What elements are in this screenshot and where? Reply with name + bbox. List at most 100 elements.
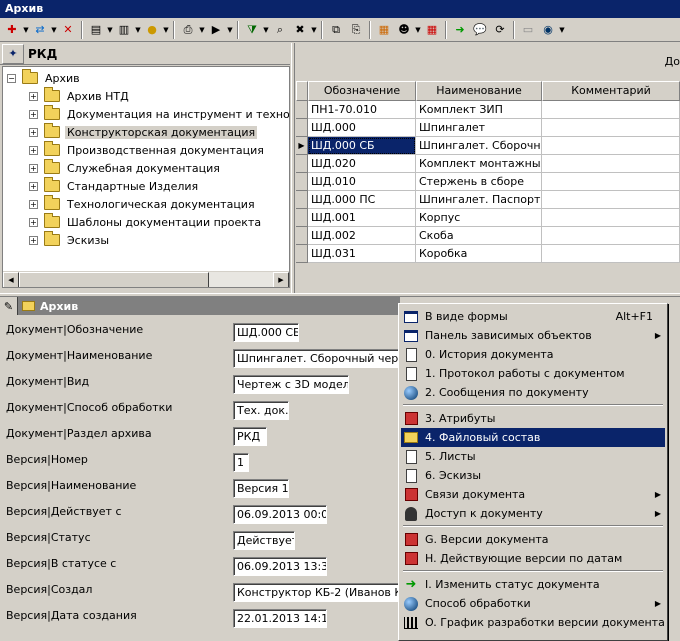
dropdown-arrow-icon[interactable]: ▼ [162, 20, 170, 40]
expand-icon[interactable]: + [29, 145, 38, 155]
arrow-right-icon[interactable]: ➜ [450, 20, 470, 40]
field-value[interactable]: ШД.000 СБ [233, 323, 299, 342]
attach-icon[interactable]: ⎘ [346, 20, 366, 40]
menu-item-messages[interactable]: 2. Сообщения по документу [401, 383, 665, 402]
expand-icon[interactable]: + [29, 217, 38, 227]
menu-item-active-versions[interactable]: H. Действующие версии по датам [401, 549, 665, 568]
menu-item-links[interactable]: Связи документа ▶ [401, 485, 665, 504]
table-cell[interactable] [542, 209, 680, 227]
field-value[interactable]: Шпингалет. Сборочный чертеж [233, 349, 399, 368]
dropdown-arrow-icon[interactable]: ▼ [22, 20, 30, 40]
table-row-selected[interactable]: ▶ШД.000 СБШпингалет. Сборочный ч [296, 137, 680, 155]
table-cell[interactable]: Шпингалет [416, 119, 542, 137]
table-cell[interactable] [542, 137, 680, 155]
user-icon[interactable]: ☻ [394, 20, 414, 40]
field-value[interactable]: 22.01.2013 14:18 [233, 609, 327, 628]
expand-icon[interactable]: + [29, 163, 38, 173]
menu-item-sketches[interactable]: 6. Эскизы [401, 466, 665, 485]
menu-item-attributes[interactable]: 3. Атрибуты [401, 409, 665, 428]
pin-icon[interactable]: ✎ [0, 297, 18, 315]
table-cell[interactable]: ШД.031 [308, 245, 416, 263]
scroll-left-icon[interactable]: ◀ [3, 272, 19, 287]
menu-item-versions[interactable]: G. Версии документа [401, 530, 665, 549]
tree-item-selected[interactable]: + Конструкторская документация [29, 123, 258, 141]
dropdown-arrow-icon[interactable]: ▼ [414, 20, 422, 40]
column-header-name[interactable]: Наименование [416, 81, 542, 101]
expand-icon[interactable]: + [29, 91, 38, 101]
collapse-icon[interactable]: − [7, 73, 16, 83]
binoculars-icon[interactable]: ⌕ [270, 20, 290, 40]
table-row[interactable]: ШД.001 Корпус [296, 209, 680, 227]
scroll-right-icon[interactable]: ▶ [273, 272, 289, 287]
table-cell[interactable]: Шпингалет. Сборочный ч [416, 137, 542, 155]
tools-icon[interactable]: ✖ [290, 20, 310, 40]
tree-item[interactable]: + Шаблоны документации проекта [29, 213, 263, 231]
field-value[interactable]: Версия 1 [233, 479, 289, 498]
table-cell[interactable] [542, 173, 680, 191]
tree-item[interactable]: + Архив НТД [29, 87, 131, 105]
move-icon[interactable]: ⇄ [30, 20, 50, 40]
table-cell[interactable] [542, 227, 680, 245]
table-row[interactable]: ПН1-70.010 Комплект ЗИП [296, 101, 680, 119]
tree-item[interactable]: + Технологическая документация [29, 195, 257, 213]
menu-item-access[interactable]: Доступ к документу ▶ [401, 504, 665, 523]
menu-item-change-status[interactable]: ➜ I. Изменить статус документа [401, 575, 665, 594]
delete-icon[interactable]: ✕ [58, 20, 78, 40]
table-cell[interactable] [542, 101, 680, 119]
dropdown-arrow-icon[interactable]: ▼ [310, 20, 318, 40]
menu-item-chart[interactable]: O. График разработки версии документа [401, 613, 665, 632]
dropdown-arrow-icon[interactable]: ▼ [226, 20, 234, 40]
dropdown-arrow-icon[interactable]: ▼ [198, 20, 206, 40]
column-header-comment[interactable]: Комментарий [542, 81, 680, 101]
table-row[interactable]: ШД.020Комплект монтажных ча [296, 155, 680, 173]
menu-item-processing[interactable]: Способ обработки ▶ [401, 594, 665, 613]
field-value[interactable]: 06.09.2013 13:31 [233, 557, 327, 576]
table-cell[interactable]: Комплект монтажных ча [416, 155, 542, 173]
field-value[interactable]: Чертеж с 3D модели [233, 375, 349, 394]
new-icon[interactable]: ✚ [2, 20, 22, 40]
table-cell[interactable]: ШД.020 [308, 155, 416, 173]
tree-item[interactable]: + Служебная документация [29, 159, 222, 177]
tree-horizontal-scrollbar[interactable]: ◀ ▶ [3, 271, 289, 287]
menu-item-form-view[interactable]: В виде формы Alt+F1 [401, 307, 665, 326]
tree-root[interactable]: − Архив [7, 69, 82, 87]
table-cell[interactable] [542, 191, 680, 209]
table-cell[interactable]: Шпингалет. Паспорт [416, 191, 542, 209]
chat-icon[interactable]: 💬 [470, 20, 490, 40]
play-icon[interactable]: ▶ [206, 20, 226, 40]
table-cell[interactable] [542, 245, 680, 263]
tree-item[interactable]: + Документация на инструмент и технологию [29, 105, 289, 123]
globe-icon[interactable]: ◉ [538, 20, 558, 40]
table-cell[interactable]: ШД.010 [308, 173, 416, 191]
table-cell[interactable]: ПН1-70.010 [308, 101, 416, 119]
table-cell[interactable]: ШД.001 [308, 209, 416, 227]
table-cell[interactable]: ШД.000 СБ [308, 137, 416, 155]
table-row[interactable]: ШД.031 Коробка [296, 245, 680, 263]
dropdown-arrow-icon[interactable]: ▼ [134, 20, 142, 40]
filter-icon[interactable]: ⧩ [242, 20, 262, 40]
field-value[interactable]: 1 [233, 453, 249, 472]
dropdown-arrow-icon[interactable]: ▼ [558, 20, 566, 40]
vertical-splitter[interactable] [291, 43, 295, 295]
properties-icon[interactable]: ▤ [86, 20, 106, 40]
scroll-thumb[interactable] [19, 272, 209, 287]
menu-item-protocol[interactable]: 1. Протокол работы с документом [401, 364, 665, 383]
menu-item-sheets[interactable]: 5. Листы [401, 447, 665, 466]
expand-icon[interactable]: + [29, 127, 38, 137]
table-cell[interactable] [542, 155, 680, 173]
print-icon[interactable]: ⎙ [178, 20, 198, 40]
table-cell[interactable] [542, 119, 680, 137]
menu-item-files[interactable]: 4. Файловый состав [401, 428, 665, 447]
tree-item[interactable]: + Эскизы [29, 231, 111, 249]
expand-icon[interactable]: + [29, 199, 38, 209]
field-value[interactable]: Действует [233, 531, 295, 550]
table-row[interactable]: ШД.002 Скоба [296, 227, 680, 245]
copy-icon[interactable]: ⧉ [326, 20, 346, 40]
field-value[interactable]: Конструктор КБ-2 (Иванов К.Р.) [233, 583, 399, 602]
dropdown-arrow-icon[interactable]: ▼ [50, 20, 58, 40]
calendar-icon[interactable]: ▦ [374, 20, 394, 40]
expand-icon[interactable]: + [29, 181, 38, 191]
table-cell[interactable]: Корпус [416, 209, 542, 227]
folder-icon[interactable]: ▭ [518, 20, 538, 40]
menu-item-dependent-panel[interactable]: Панель зависимых объектов ▶ [401, 326, 665, 345]
